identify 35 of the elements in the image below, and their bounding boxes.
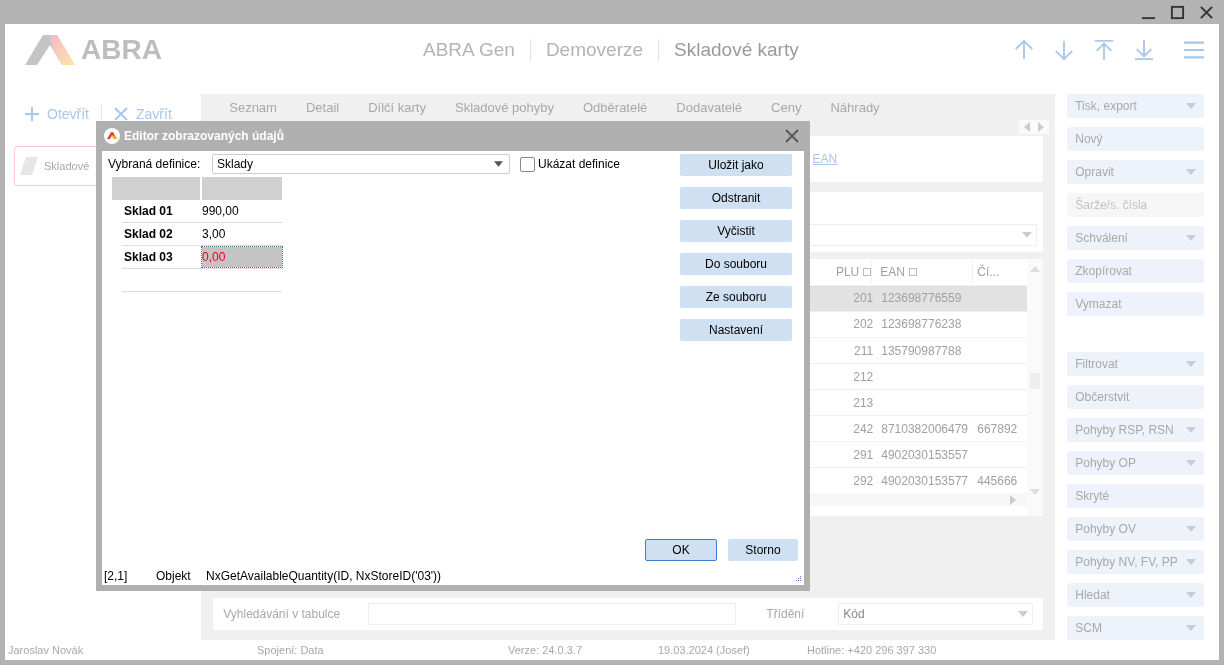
table-cell: 292: [853, 473, 874, 488]
table-cell: 667892: [977, 421, 1018, 436]
table-cell: 4902030153577: [881, 473, 968, 488]
cell-position: [2,1]: [104, 569, 129, 583]
table-cell: 202: [853, 317, 874, 332]
row-label: Sklad 02: [123, 227, 174, 241]
row-label: Sklad 03: [123, 250, 174, 264]
status-text: Hotline: +420 296 397 330: [807, 644, 937, 656]
search-label: Vyhledávání v tabulce: [223, 607, 341, 621]
field-expression: NxGetAvailableQuantity(ID, NxStoreID('03')): [206, 569, 442, 583]
table-cell: 242: [853, 421, 874, 436]
edition-label: Demoverze: [545, 39, 644, 61]
dialog-title: Editor zobrazovaných údajů: [124, 129, 285, 143]
definition-label: Vybraná definice:: [108, 157, 202, 171]
field-type: Objekt: [156, 569, 192, 583]
table-cell: 123698776559: [881, 291, 962, 306]
table-cell: 201: [853, 291, 874, 306]
logo-text: ABRA: [81, 34, 162, 66]
table-cell: 213: [853, 395, 874, 410]
table-cell: 135790987788: [881, 343, 962, 358]
table-cell: 291: [853, 447, 874, 462]
status-text: 19.03.2024 (Josef): [658, 644, 751, 656]
sort-label: Třídění: [766, 607, 805, 621]
status-text: Verze: 24.0.3.7: [508, 644, 583, 656]
table-cell: 8710382006479: [881, 421, 968, 436]
row-label: Sklad 01: [123, 204, 174, 218]
table-cell: 211: [854, 343, 874, 358]
status-text: Jaroslav Novák: [8, 644, 85, 656]
page-title: Skladové karty: [674, 39, 799, 61]
table-cell: 123698776238: [881, 317, 962, 332]
status-text: Spojení: Data: [257, 644, 325, 656]
product-name: ABRA Gen: [423, 39, 515, 61]
table-cell: 4902030153557: [881, 447, 968, 462]
table-cell: 445666: [977, 473, 1018, 488]
table-cell: 212: [853, 369, 874, 384]
